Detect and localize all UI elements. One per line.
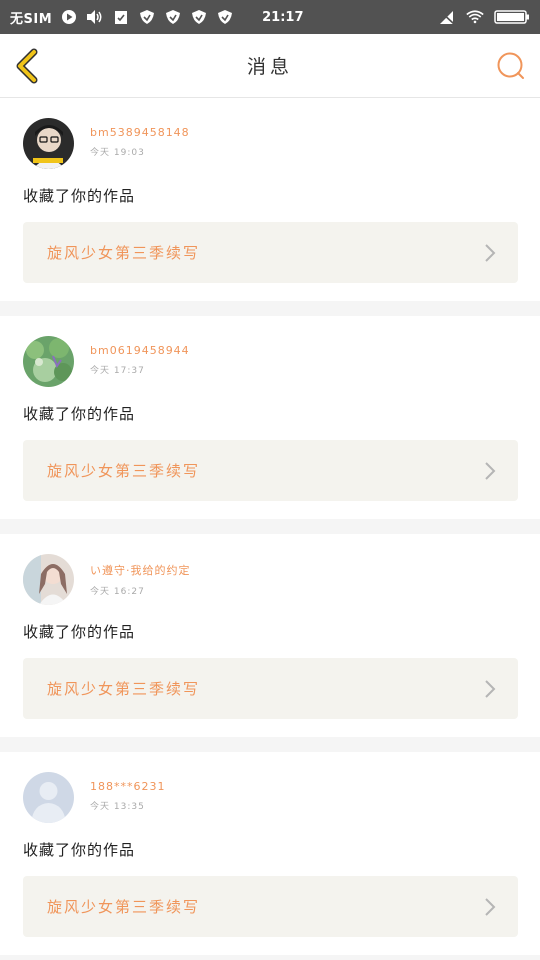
avatar[interactable]	[23, 336, 74, 387]
user-meta: bm0619458944 今天 17:37	[90, 336, 190, 376]
shield-icon	[138, 8, 156, 26]
clipboard-check-icon	[112, 8, 130, 26]
work-link[interactable]: 旋风少女第三季续写	[23, 876, 518, 937]
avatar[interactable]	[23, 772, 74, 823]
user-meta: 188***6231 今天 13:35	[90, 772, 166, 812]
work-link[interactable]: 旋风少女第三季续写	[23, 658, 518, 719]
username[interactable]: bm0619458944	[90, 344, 190, 357]
avatar-photo-icon	[23, 336, 74, 387]
list-item: い遵守·我给的约定 今天 16:27 收藏了你的作品 旋风少女第三季续写	[0, 534, 540, 737]
work-title: 旋风少女第三季续写	[47, 244, 201, 262]
no-signal-icon	[438, 8, 456, 26]
work-link[interactable]: 旋风少女第三季续写	[23, 440, 518, 501]
message-header: bm0619458944 今天 17:37	[23, 336, 518, 387]
status-right	[438, 8, 530, 26]
message-header: い遵守·我给的约定 今天 16:27	[23, 554, 518, 605]
header: 消息	[0, 34, 540, 98]
user-meta: bm5389458148 今天 19:03	[90, 118, 190, 158]
chevron-right-icon	[485, 897, 496, 916]
timestamp: 今天 17:37	[90, 366, 145, 376]
action-text: 收藏了你的作品	[23, 623, 136, 641]
chevron-right-icon	[485, 679, 496, 698]
shield-icon	[216, 8, 234, 26]
clock: 21:17	[262, 9, 304, 25]
avatar-photo-icon	[23, 554, 74, 605]
search-icon	[497, 52, 524, 79]
message-header: 188***6231 今天 13:35	[23, 772, 518, 823]
sim-status: 无SIM	[10, 11, 53, 27]
action-text: 收藏了你的作品	[23, 405, 136, 423]
work-link[interactable]: 旋风少女第三季续写	[23, 222, 518, 283]
back-button[interactable]	[12, 48, 44, 84]
battery-icon	[494, 8, 530, 26]
play-icon	[60, 8, 78, 26]
list-item: bm0619458944 今天 17:37 收藏了你的作品 旋风少女第三季续写	[0, 316, 540, 519]
page-title: 消息	[246, 56, 293, 78]
volume-icon	[86, 8, 104, 26]
work-title: 旋风少女第三季续写	[47, 680, 201, 698]
wifi-icon	[466, 8, 484, 26]
avatar[interactable]	[23, 554, 74, 605]
search-button[interactable]	[496, 51, 526, 81]
username[interactable]: bm5389458148	[90, 126, 190, 139]
timestamp: 今天 13:35	[90, 802, 145, 812]
timestamp: 今天 19:03	[90, 148, 145, 158]
chevron-right-icon	[485, 243, 496, 262]
chevron-right-icon	[485, 461, 496, 480]
avatar-photo-icon	[23, 118, 74, 169]
shield-icon	[190, 8, 208, 26]
timestamp: 今天 16:27	[90, 587, 145, 597]
status-bar: 无SIM 21:17	[0, 0, 540, 34]
work-title: 旋风少女第三季续写	[47, 462, 201, 480]
avatar[interactable]	[23, 118, 74, 169]
action-text: 收藏了你的作品	[23, 187, 136, 205]
username[interactable]: い遵守·我给的约定	[90, 562, 191, 578]
status-left: 无SIM 21:17	[10, 8, 304, 27]
shield-icon	[164, 8, 182, 26]
list-item: 188***6231 今天 13:35 收藏了你的作品 旋风少女第三季续写	[0, 752, 540, 955]
default-avatar-icon	[23, 772, 74, 823]
message-header: bm5389458148 今天 19:03	[23, 118, 518, 169]
list-item: bm5389458148 今天 19:03 收藏了你的作品 旋风少女第三季续写	[0, 98, 540, 301]
back-arrow-icon	[16, 48, 38, 84]
work-title: 旋风少女第三季续写	[47, 898, 201, 916]
message-list: bm5389458148 今天 19:03 收藏了你的作品 旋风少女第三季续写	[0, 98, 540, 955]
action-text: 收藏了你的作品	[23, 841, 136, 859]
username[interactable]: 188***6231	[90, 780, 166, 793]
user-meta: い遵守·我给的约定 今天 16:27	[90, 554, 191, 597]
